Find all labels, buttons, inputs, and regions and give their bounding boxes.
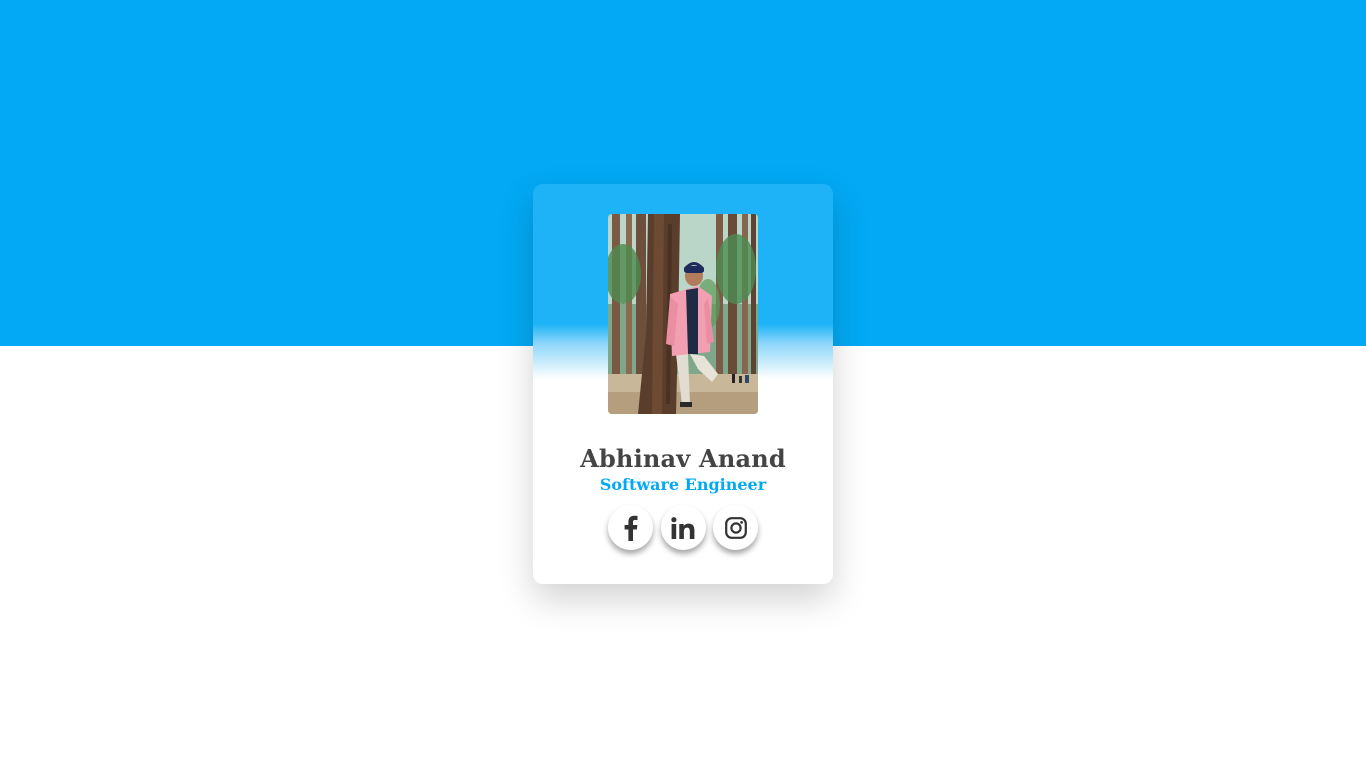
profile-card: Abhinav Anand Software Engineer xyxy=(533,184,833,584)
profile-photo xyxy=(608,214,758,414)
profile-role: Software Engineer xyxy=(599,475,767,494)
instagram-button[interactable] xyxy=(713,505,758,550)
instagram-icon xyxy=(724,516,747,539)
social-links xyxy=(608,505,758,551)
facebook-button[interactable] xyxy=(608,505,653,550)
facebook-icon xyxy=(624,515,637,541)
profile-name: Abhinav Anand xyxy=(580,444,786,473)
linkedin-button[interactable] xyxy=(660,505,706,550)
linkedin-icon xyxy=(671,516,695,539)
